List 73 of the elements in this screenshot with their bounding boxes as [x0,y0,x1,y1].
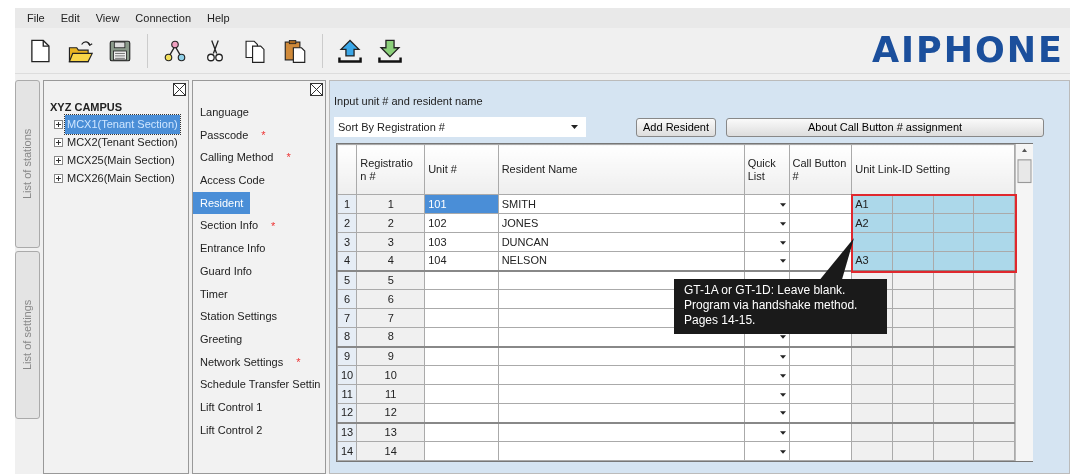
caret-icon[interactable] [779,449,786,454]
instruction-text: Input unit # and resident name [334,95,483,107]
settings-item[interactable]: Section Info [193,214,266,238]
settings-item[interactable]: Greeting [193,327,250,351]
table-cell: 13 [356,422,425,442]
table-cell[interactable]: 103 [424,232,499,252]
row-number: 13 [337,422,357,442]
settings-item[interactable]: Calling Method [193,146,281,170]
column-header: Quick List [744,144,789,195]
settings-item[interactable]: Schedule Transfer Settin [193,373,325,396]
settings-item[interactable]: Passcode [193,123,256,147]
row-number: 9 [337,346,357,366]
expand-icon[interactable] [54,174,63,183]
table-cell: SMITH [498,194,745,214]
caret-icon[interactable] [779,392,786,397]
close-icon[interactable] [173,83,186,96]
table-cell: 5 [356,270,425,290]
required-mark: * [286,150,291,166]
expand-icon[interactable] [54,138,63,147]
sort-dropdown[interactable]: Sort By Registration # [334,117,586,137]
close-icon[interactable] [310,83,323,96]
expand-icon[interactable] [54,120,63,129]
menu-item[interactable]: Help [201,9,236,27]
column-header: Resident Name [498,144,745,195]
column-header: Unit # [424,144,499,195]
row-number: 5 [337,270,357,290]
caret-icon[interactable] [779,354,786,359]
caret-icon[interactable] [779,240,786,245]
caret-icon [571,125,578,129]
table-cell: A3 [855,254,869,267]
tree-item[interactable]: MCX2(Tenant Section) [65,133,180,152]
table-cell: JONES [498,213,745,233]
caret-icon[interactable] [779,373,786,378]
table-cell: DUNCAN [498,232,745,252]
caret-icon[interactable] [779,221,786,226]
settings-item[interactable]: Station Settings [193,305,285,328]
required-mark: * [261,127,266,143]
required-mark: * [271,218,276,234]
caret-icon[interactable] [779,259,786,264]
caret-icon[interactable] [779,411,786,416]
settings-item[interactable]: Language [193,101,256,124]
caret-icon[interactable] [779,202,786,207]
upload-icon[interactable] [337,37,363,64]
tree-item[interactable]: MCX26(Main Section) [65,169,177,188]
add-resident-button[interactable]: Add Resident [636,117,717,137]
menu-item[interactable]: File [21,9,51,27]
table-cell[interactable]: 102 [424,213,499,233]
table-cell: A2 [855,216,869,229]
tree-item[interactable]: MCX25(Main Section) [65,151,177,170]
menu-item[interactable]: Connection [129,9,197,27]
settings-item[interactable]: Guard Info [193,259,259,283]
settings-item[interactable]: Entrance Info [193,237,273,260]
caret-icon[interactable] [779,430,786,435]
settings-item[interactable]: Lift Control 1 [193,395,270,419]
settings-item[interactable]: Network Settings [193,350,291,374]
download-icon[interactable] [377,37,403,64]
menu-item[interactable]: Edit [54,9,86,27]
tree-root[interactable]: XYZ CAMPUS [50,99,188,116]
expand-icon[interactable] [54,156,63,165]
settings-item[interactable]: Timer [193,282,235,306]
column-header: Unit Link-ID Setting [851,144,1015,195]
paste-icon[interactable] [282,37,308,64]
column-header: Call Button # [789,144,852,195]
menu-item[interactable]: View [89,9,126,27]
settings-item[interactable]: Access Code [193,169,272,192]
about-button[interactable]: About Call Button # assignment [726,117,1045,137]
column-header: Registratio n # [356,144,425,195]
required-mark: * [296,354,301,370]
logo-text: AIPHONE [872,29,1064,73]
table-cell: A1 [855,197,869,210]
scrollbar[interactable] [1016,144,1033,461]
settings-item[interactable]: Lift Control 2 [193,418,270,442]
table-cell: 9 [356,346,425,366]
